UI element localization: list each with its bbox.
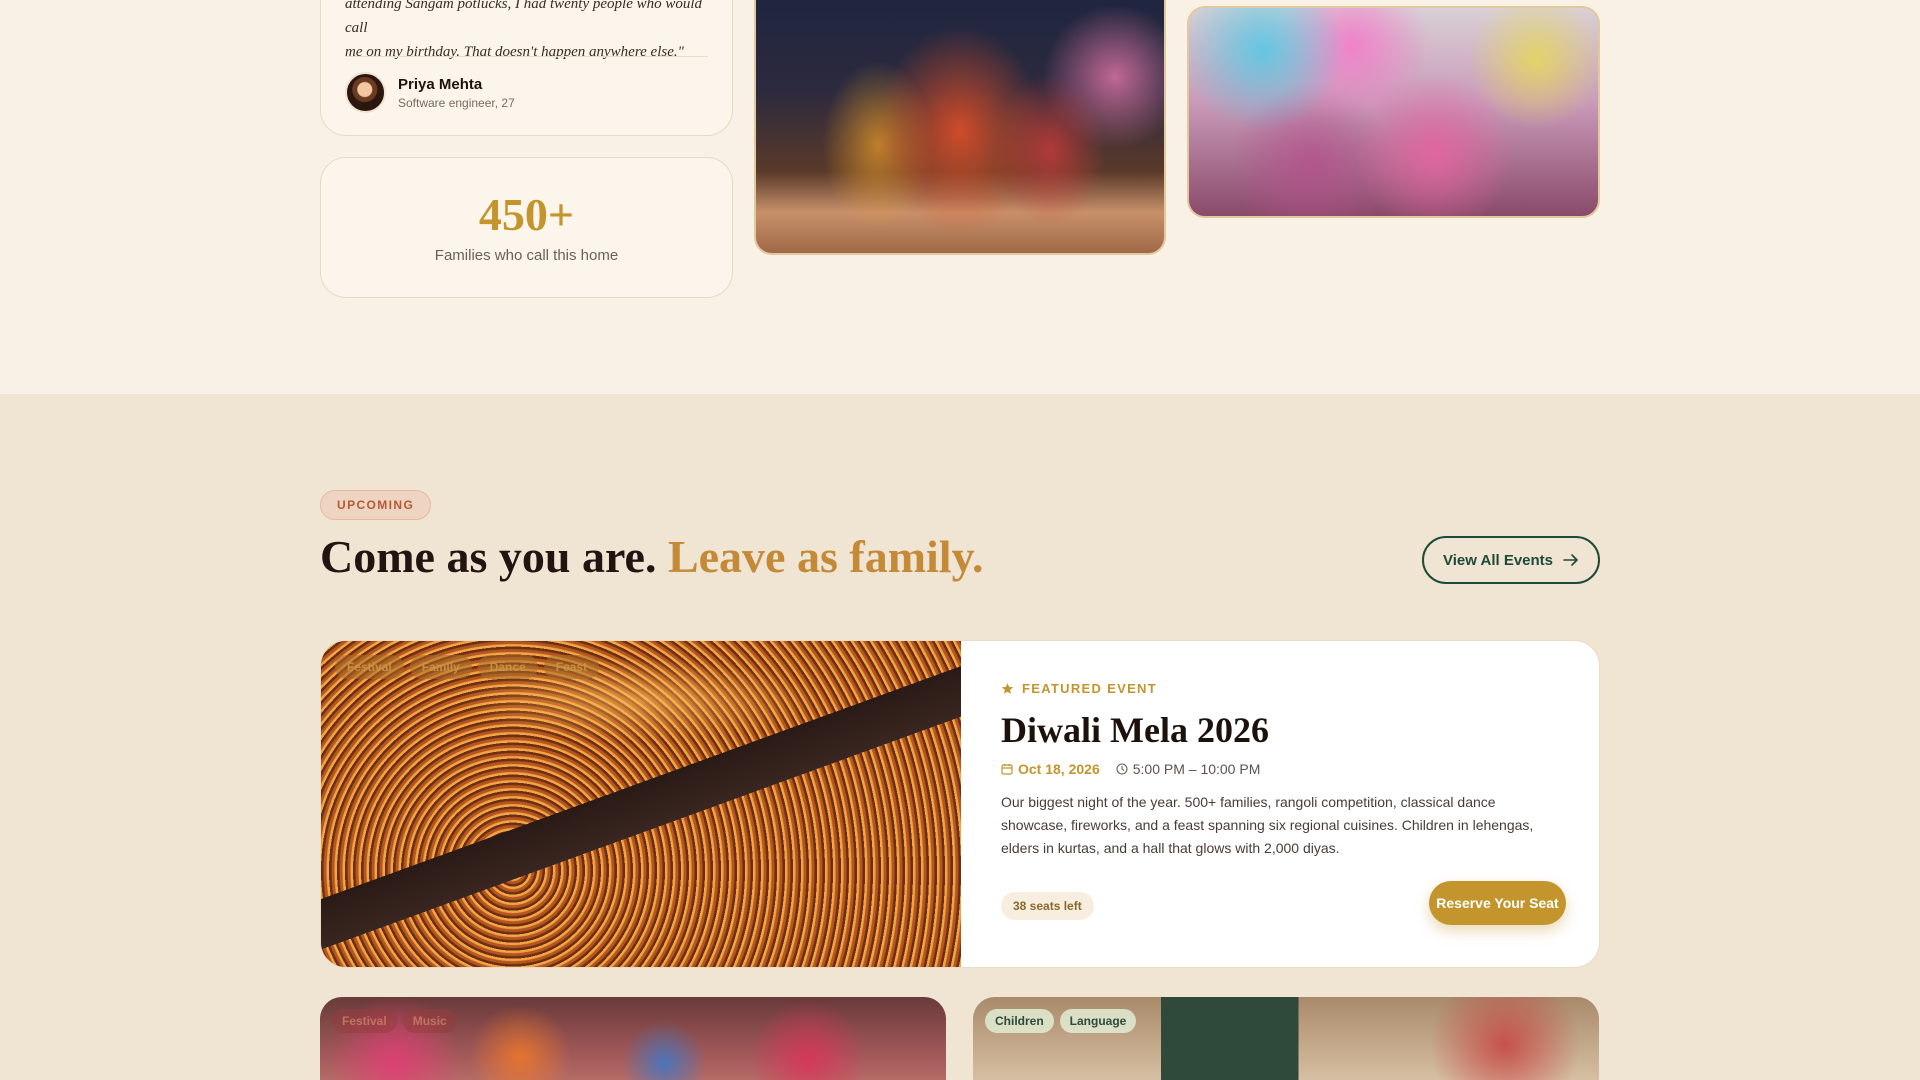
clock-icon — [1116, 763, 1128, 775]
event-time: 5:00 PM – 10:00 PM — [1116, 761, 1261, 777]
event-card-classroom[interactable]: Children Language — [973, 997, 1599, 1080]
section-tag: UPCOMING — [320, 490, 432, 520]
quote-line-2: me on my birthday. That doesn't happen a… — [345, 44, 684, 60]
view-all-label: View All Events — [1442, 551, 1554, 569]
tag-festival: Festival — [335, 655, 404, 679]
stat-card: 450+ Families who call this home — [320, 157, 733, 298]
section-headline: Come as you are. Leave as family. — [320, 530, 984, 583]
dance-performance-photo — [754, 0, 1166, 255]
testimonials-band: attending Sangam potlucks, I had twenty … — [0, 0, 1920, 394]
diwali-diyas-photo: Festival Family Dance Feast — [321, 641, 961, 967]
seats-badge: 38 seats left — [1001, 892, 1094, 920]
featured-label: FEATURED EVENT — [1001, 681, 1157, 696]
mini-card-tags: Festival Music — [332, 1009, 457, 1033]
featured-event-card[interactable]: Festival Family Dance Feast FEATURED EVE… — [320, 640, 1600, 968]
testimonial-quote: attending Sangam potlucks, I had twenty … — [345, 0, 715, 64]
event-title: Diwali Mela 2026 — [1001, 710, 1269, 750]
reserve-seat-button[interactable]: Reserve Your Seat — [1429, 881, 1566, 925]
featured-label-text: FEATURED EVENT — [1022, 681, 1157, 696]
tag-festival: Festival — [332, 1009, 397, 1033]
headline-main: Come as you are. — [320, 531, 657, 582]
event-date: Oct 18, 2026 — [1001, 761, 1100, 777]
featured-tags: Festival Family Dance Feast — [335, 655, 600, 679]
event-description: Our biggest night of the year. 500+ fami… — [1001, 794, 1534, 856]
testimonial-card: attending Sangam potlucks, I had twenty … — [320, 0, 733, 136]
tag-feast: Feast — [543, 655, 600, 679]
testimonial-author: Priya Mehta Software engineer, 27 — [345, 72, 515, 113]
arrow-right-icon — [1563, 554, 1578, 566]
star-icon — [1001, 683, 1014, 694]
mini-card-tags: Children Language — [985, 1009, 1137, 1033]
quote-line-1: attending Sangam potlucks, I had twenty … — [345, 0, 703, 36]
event-meta: Oct 18, 2026 5:00 PM – 10:00 PM — [1001, 761, 1260, 777]
tag-language: Language — [1059, 1009, 1137, 1033]
author-name: Priya Mehta — [398, 75, 483, 93]
upcoming-events-section: UPCOMING Come as you are. Leave as famil… — [0, 394, 1920, 1080]
holi-celebration-photo — [1187, 6, 1600, 218]
event-card-garba[interactable]: Festival Music — [320, 997, 946, 1080]
stat-value: 450+ — [478, 189, 575, 240]
event-date-text: Oct 18, 2026 — [1018, 761, 1100, 777]
calendar-icon — [1001, 764, 1013, 775]
stat-label: Families who call this home — [434, 247, 619, 264]
avatar — [345, 72, 386, 113]
tag-dance: Dance — [477, 655, 538, 679]
view-all-events-button[interactable]: View All Events — [1422, 536, 1600, 584]
author-role: Software engineer, 27 — [398, 95, 515, 110]
tag-music: Music — [402, 1009, 457, 1033]
event-time-text: 5:00 PM – 10:00 PM — [1132, 761, 1261, 777]
tag-family: Family — [409, 655, 472, 679]
testimonial-divider — [345, 56, 708, 57]
tag-children: Children — [985, 1009, 1054, 1033]
headline-accent: Leave as family. — [667, 531, 984, 582]
